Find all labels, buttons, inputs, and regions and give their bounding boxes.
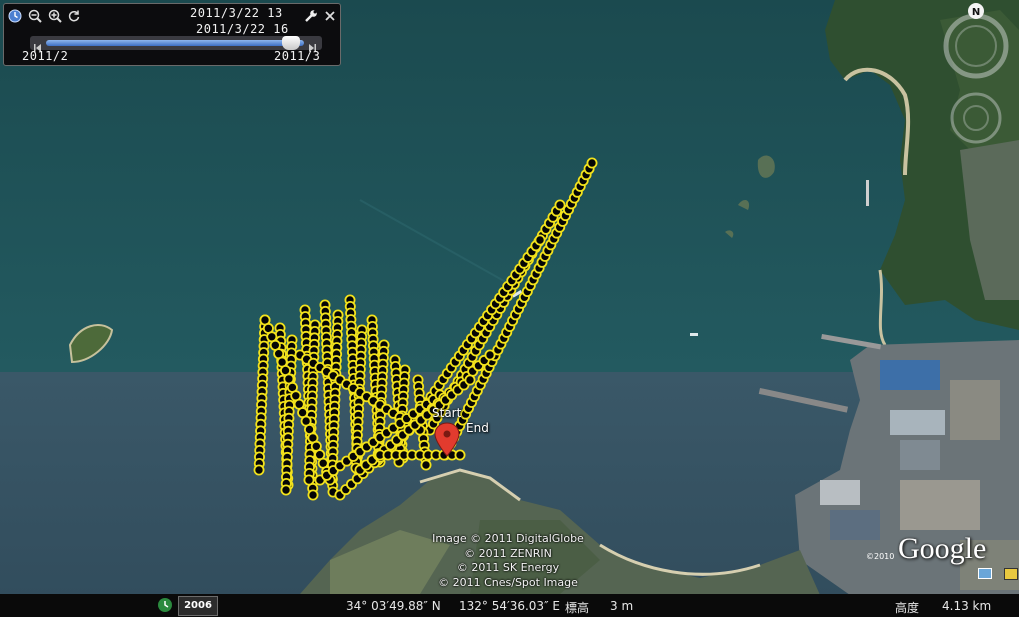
track-point-marker [554,199,566,211]
time-slider-panel: 2011/3/22 13 2011/3/22 16 2011/2 2011/3 [3,3,341,66]
map-viewport[interactable]: Start End N 2011/3/22 13 2011/3/22 16 20… [0,0,1019,617]
credit-line: © 2011 Cnes/Spot Image [438,575,578,589]
eye-altitude-label: 高度 [895,601,920,615]
credit-line: © 2011 SK Energy [456,561,560,574]
clock-icon[interactable] [8,9,22,23]
time-range-end: 2011/3/22 16 [196,22,289,36]
time-slider-track[interactable] [30,36,322,52]
track-point-marker [420,459,432,471]
elevation-label: 標高 [565,601,590,615]
credit-line: © 2011 ZENRIN [464,546,552,560]
historical-imagery-icon[interactable] [157,597,173,616]
track-point-marker [280,484,292,496]
gps-track-overlay [253,157,598,501]
time-slider-range [46,40,304,46]
layer-icon [1004,568,1018,580]
track-point-marker [586,157,598,169]
north-indicator[interactable]: N [972,7,980,18]
end-label: End [466,421,489,435]
eye-altitude-value: 4.13 km [942,599,992,613]
elevation-value: 3 m [610,599,634,613]
track-point-marker [307,489,319,501]
navigation-controls[interactable]: N [938,0,1018,190]
start-label: Start [432,406,462,420]
time-slider-thumb[interactable] [282,36,301,50]
track-points [253,157,598,501]
close-icon[interactable] [323,9,337,23]
track-point-marker [464,374,476,386]
zoom-in-time-icon[interactable] [48,9,62,23]
flag-icon [978,568,992,579]
status-bar: 2006 34° 03′49.88″ N 132° 54′36.03″ E 標高… [0,594,1019,617]
google-logo: Google [898,532,987,565]
track-point-marker [484,349,496,361]
zoom-out-time-icon[interactable] [28,9,42,23]
range-min-label: 2011/2 [22,49,69,63]
range-max-label: 2011/3 [274,49,321,63]
logo-copyright: ©2010 [866,552,895,561]
credit-line: Image © 2011 DigitalGlobe [432,532,584,545]
track-point-marker [253,464,265,476]
track-point-marker [303,474,315,486]
wrench-settings-icon[interactable] [304,9,318,23]
imagery-credits: Image © 2011 DigitalGlobe © 2011 ZENRIN … [418,532,598,590]
latitude-readout: 34° 03′49.88″ N [346,599,441,613]
track-point-marker [454,449,466,461]
longitude-readout: 132° 54′36.03″ E [459,599,560,613]
time-range-start: 2011/3/22 13 [190,6,283,20]
track-point-marker [534,234,546,246]
refresh-time-icon[interactable] [67,9,81,23]
look-joystick[interactable] [950,92,1002,144]
imagery-year: 2006 [178,596,218,616]
